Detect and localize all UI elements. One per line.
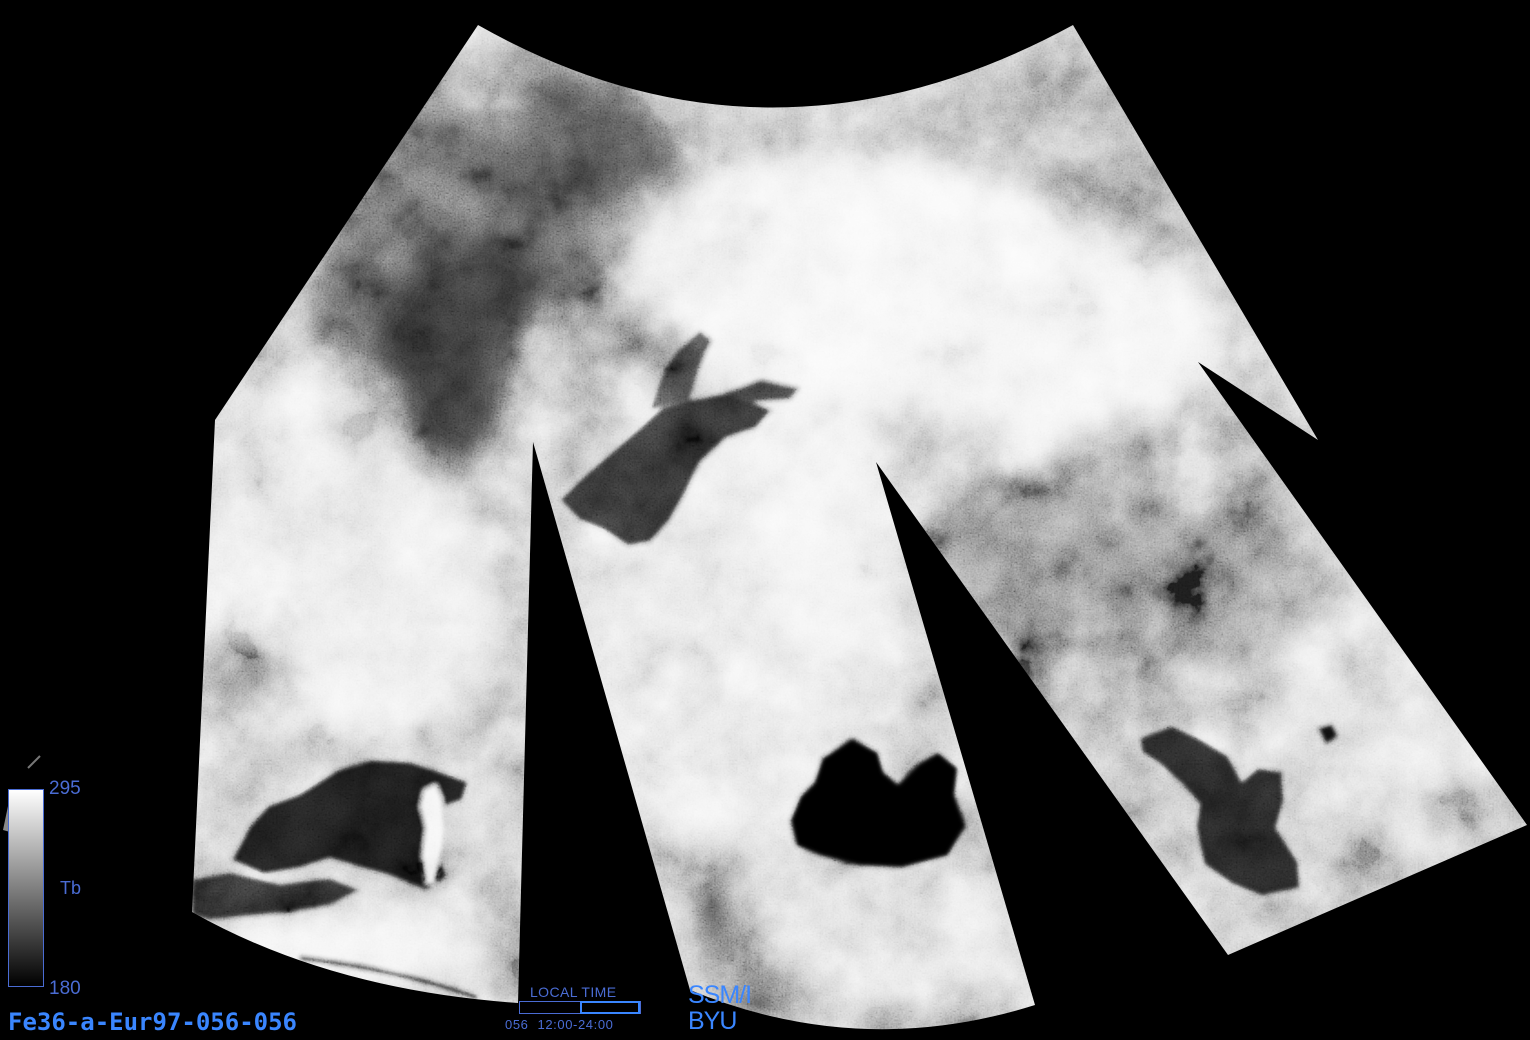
brightness-temperature-swath-map [3,25,1527,1030]
satellite-image-viewer: 295 Tb 180 LOCAL TIME 056 12:00-24:00 SSM… [0,0,1530,1040]
local-time-day: 056 [505,1017,529,1032]
organization-name: BYU [688,1007,737,1035]
image-file-id: Fe36-a-Eur97-056-056 [8,1008,297,1036]
colorbar-max-label: 295 [49,778,81,799]
local-time-hours: 12:00-24:00 [537,1017,614,1032]
local-time-bar [519,1001,641,1014]
colorbar-artifact-mark [27,755,41,769]
swath-data-region [192,25,1527,1030]
local-time-range: 056 12:00-24:00 [505,1018,614,1031]
colorbar-min-label: 180 [49,978,81,999]
local-time-highlight [580,1001,640,1014]
colorbar-variable-label: Tb [60,878,82,898]
colorbar-gradient [8,789,44,987]
local-time-label: LOCAL TIME [530,984,617,1000]
sensor-name: SSM/I [688,981,752,1009]
fine-texture [192,25,1527,1030]
